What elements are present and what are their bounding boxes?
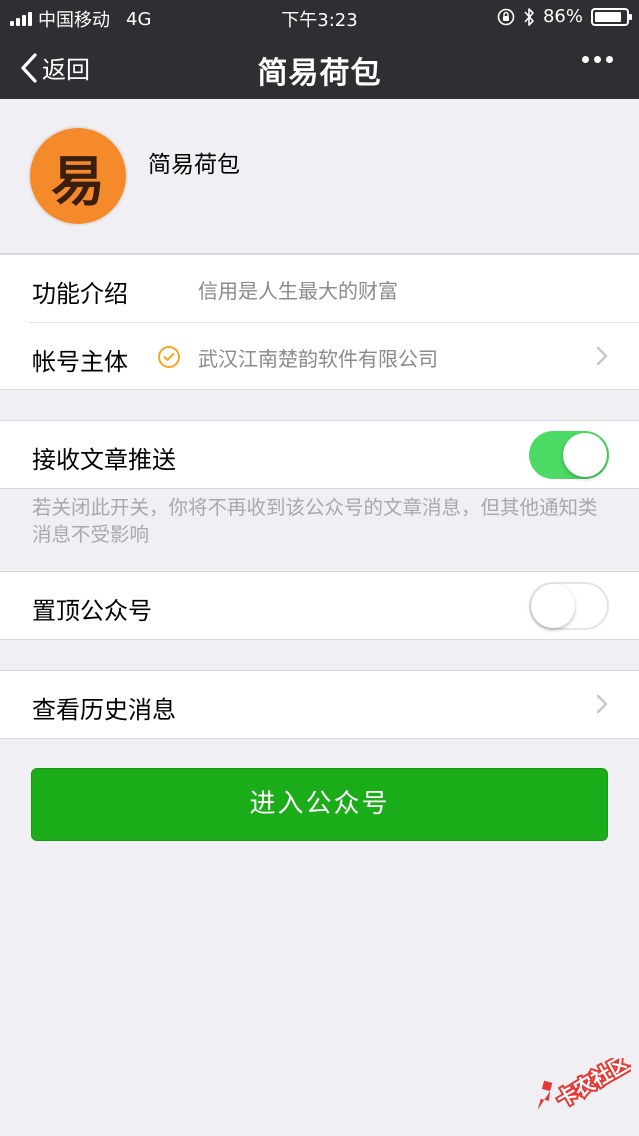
battery-fill [595,11,621,22]
push-group: 接收文章推送 [0,420,639,489]
history-group: 查看历史消息 [0,670,639,739]
svg-text:卡农社区: 卡农社区 [552,1058,631,1112]
verified-icon [158,346,180,368]
push-label: 接收文章推送 [32,446,176,474]
enter-account-button[interactable]: 进入公众号 [31,768,608,841]
more-icon[interactable] [582,56,613,63]
battery-label: 86% [542,6,583,27]
info-group: 功能介绍 信用是人生最大的财富 帐号主体 武汉江南楚韵软件有限公司 [0,254,639,390]
pin-row: 置顶公众号 [0,572,639,639]
page-title: 简易荷包 [257,56,382,91]
status-right: 86% [497,6,632,27]
status-bar: 中国移动 4G 下午3:23 86% [0,0,639,34]
history-row[interactable]: 查看历史消息 [0,671,639,738]
account-entity-label: 帐号主体 [32,348,128,376]
profile-header: 易 简易荷包 [0,99,639,254]
account-entity-row[interactable]: 帐号主体 武汉江南楚韵软件有限公司 [30,322,639,389]
history-label: 查看历史消息 [32,696,176,724]
chevron-right-icon [596,346,608,366]
nav-bar: 返回 简易荷包 [0,34,639,99]
pin-label: 置顶公众号 [32,597,152,625]
push-toggle[interactable] [529,431,609,479]
chevron-right-icon [596,694,608,714]
push-row: 接收文章推送 [0,421,639,488]
intro-row: 功能介绍 信用是人生最大的财富 [0,255,639,322]
pin-toggle[interactable] [529,582,609,630]
toggle-knob [563,433,607,477]
intro-label: 功能介绍 [32,280,128,308]
toggle-knob [531,584,575,628]
account-entity-value: 武汉江南楚韵软件有限公司 [198,347,438,371]
orientation-lock-icon [497,8,515,25]
intro-value: 信用是人生最大的财富 [198,279,398,303]
battery-icon [591,7,632,26]
push-hint: 若关闭此开关，你将不再收到该公众号的文章消息，但其他通知类消息不受影响 [32,496,598,546]
avatar[interactable]: 易 [28,126,128,226]
bluetooth-icon [524,7,534,26]
watermark-logo: 卡农社区 [537,1058,631,1114]
pin-group: 置顶公众号 [0,571,639,640]
account-name: 简易荷包 [148,152,240,178]
